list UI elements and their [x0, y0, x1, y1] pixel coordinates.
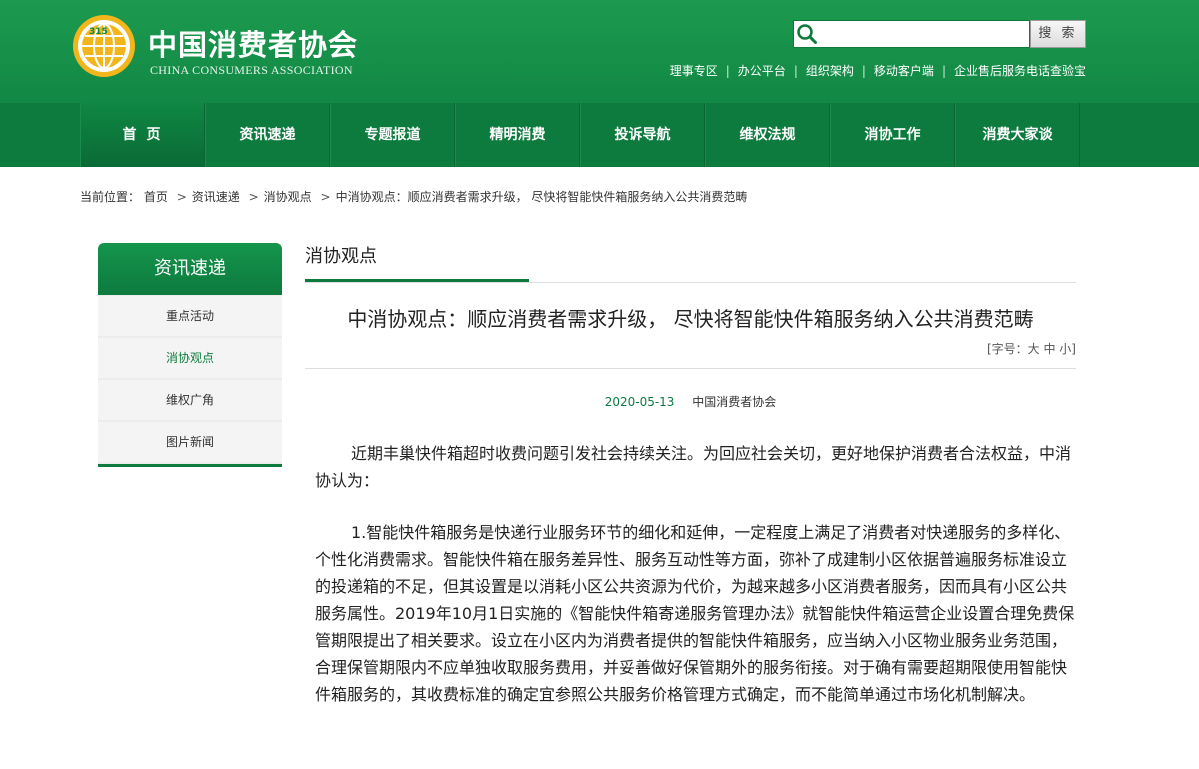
nav-item-home[interactable]: 首页 [80, 103, 205, 167]
svg-text:315: 315 [89, 27, 108, 37]
search-button[interactable]: 搜 索 [1030, 20, 1086, 48]
article-paragraph: 近期丰巢快件箱超时收费问题引发社会持续关注。为回应社会关切，更好地保护消费者合法… [315, 444, 1072, 490]
nav-item-consumer-talk[interactable]: 消费大家谈 [955, 103, 1080, 167]
sidebar-item-viewpoints[interactable]: 消协观点 [98, 338, 282, 378]
article-meta: 2020-05-13 中国消费者协会 [305, 393, 1076, 410]
breadcrumb-column[interactable]: 消协观点 [264, 190, 312, 204]
logo-title-cn[interactable]: 中国消费者协会 [148, 22, 358, 64]
nav-item-special-reports[interactable]: 专题报道 [330, 103, 455, 167]
breadcrumb-separator: > [176, 190, 187, 204]
title-divider [305, 368, 1076, 369]
breadcrumb-home[interactable]: 首页 [144, 190, 168, 204]
sidebar: 资讯速递 重点活动 消协观点 维权广角 图片新闻 [98, 243, 282, 467]
main-content: 消协观点 中消协观点：顺应消费者需求升级， 尽快将智能快件箱服务纳入公共消费范畴… [305, 243, 1076, 708]
sidebar-item-key-activities[interactable]: 重点活动 [98, 296, 282, 336]
toplink-council-area[interactable]: 理事专区 [670, 64, 718, 78]
toplink-separator: | [941, 64, 946, 78]
sidebar-item-rights-corner[interactable]: 维权广角 [98, 380, 282, 420]
cca-315-logo-icon[interactable]: 315 [72, 14, 136, 78]
breadcrumb-separator: > [320, 190, 331, 204]
search-box [793, 20, 1030, 48]
main-nav: 首页 资讯速递 专题报道 精明消费 投诉导航 维权法规 消协工作 消费大家谈 [0, 103, 1199, 167]
font-size-switcher[interactable]: [字号：大 中 小] [305, 340, 1076, 360]
nav-item-news[interactable]: 资讯速递 [205, 103, 330, 167]
toplink-separator: | [793, 64, 798, 78]
sidebar-list: 重点活动 消协观点 维权广角 图片新闻 [98, 295, 282, 467]
sidebar-item-photo-news[interactable]: 图片新闻 [98, 422, 282, 462]
breadcrumb-current: 中消协观点：顺应消费者需求升级， 尽快将智能快件箱服务纳入公共消费范畴 [335, 190, 748, 204]
toplink-mobile-client[interactable]: 移动客户端 [874, 64, 934, 78]
nav-item-association-work[interactable]: 消协工作 [830, 103, 955, 167]
nav-item-rights-laws[interactable]: 维权法规 [705, 103, 830, 167]
search-icon [797, 24, 817, 44]
article-paragraph: 1.智能快件箱服务是快递行业服务环节的细化和延伸，一定程度上满足了消费者对快递服… [315, 523, 1075, 704]
toplink-office-platform[interactable]: 办公平台 [738, 64, 786, 78]
search-input[interactable] [820, 23, 1025, 45]
breadcrumb-separator: > [248, 190, 259, 204]
breadcrumb: 当前位置： 首页 > 资讯速递 > 消协观点 > 中消协观点：顺应消费者需求升级， 尽… [80, 188, 747, 205]
toplink-organization[interactable]: 组织架构 [806, 64, 854, 78]
nav-item-complaint-guide[interactable]: 投诉导航 [580, 103, 705, 167]
column-underline [305, 279, 1076, 283]
toplink-service-phone-check[interactable]: 企业售后服务电话查验宝 [954, 64, 1086, 78]
breadcrumb-news[interactable]: 资讯速递 [192, 190, 240, 204]
breadcrumb-label: 当前位置： [80, 190, 141, 204]
nav-item-smart-consumption[interactable]: 精明消费 [455, 103, 580, 167]
top-links: 理事专区 | 办公平台 | 组织架构 | 移动客户端 | 企业售后服务电话查验宝 [600, 62, 1086, 79]
sidebar-title: 资讯速递 [98, 243, 282, 295]
article-title: 中消协观点：顺应消费者需求升级， 尽快将智能快件箱服务纳入公共消费范畴 [347, 307, 1034, 331]
toplink-separator: | [725, 64, 730, 78]
site-header: 315 中国消费者协会 CHINA CONSUMERS ASSOCIATION … [0, 0, 1199, 103]
article-date: 2020-05-13 [604, 395, 675, 409]
article-source: 中国消费者协会 [692, 395, 777, 409]
logo-title-en: CHINA CONSUMERS ASSOCIATION [150, 63, 353, 77]
column-title: 消协观点 [305, 246, 377, 267]
toplink-separator: | [861, 64, 866, 78]
